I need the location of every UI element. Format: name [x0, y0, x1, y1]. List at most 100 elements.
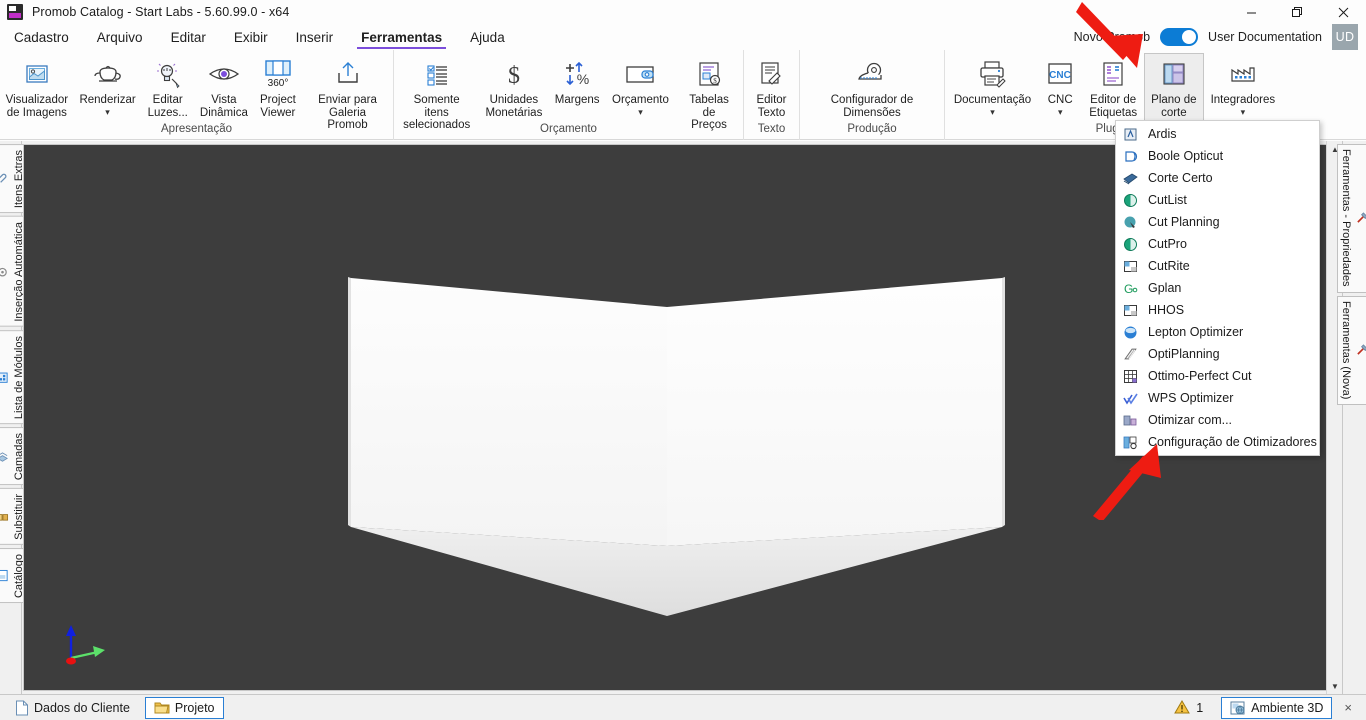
sidebar-item-ferramentas-propriedades[interactable]: Ferramentas - Propriedades [1337, 144, 1366, 293]
menu-option-cutrite[interactable]: CutRite [1116, 255, 1319, 277]
novo-promob-toggle[interactable] [1160, 28, 1199, 46]
chevron-down-icon[interactable]: ▾ [990, 107, 995, 117]
upload-gallery-icon [333, 56, 363, 92]
menu-option-label: CutList [1148, 193, 1187, 207]
status-tab-dados-do-cliente[interactable]: Dados do Cliente [6, 697, 139, 719]
svg-text:360°: 360° [268, 78, 289, 89]
menu-item-editar[interactable]: Editar [157, 24, 220, 50]
menu-item-inserir[interactable]: Inserir [282, 24, 348, 50]
ribbon-group-label: Orçamento [540, 123, 597, 135]
printer-docs-icon [976, 56, 1010, 92]
chevron-down-icon[interactable]: ▾ [1241, 107, 1246, 117]
avatar[interactable]: UD [1332, 24, 1358, 50]
menu-option-configuracao-de-otimizadores[interactable]: Configuração de Otimizadores [1116, 431, 1319, 453]
menu-item-ferramentas[interactable]: Ferramentas [347, 24, 456, 50]
menu-item-ajuda[interactable]: Ajuda [456, 24, 519, 50]
status-bar-right: 1 Ambiente 3D × [1174, 696, 1366, 719]
cutrite-icon [1122, 258, 1139, 275]
menu-option-cutlist[interactable]: CutList [1116, 189, 1319, 211]
ribbon-group-apresentacao: Visualizador de Imagens Renderizar ▾ Edi… [0, 50, 393, 140]
user-documentation-label: User Documentation [1208, 30, 1322, 44]
scroll-down-button[interactable]: ▼ [1327, 678, 1343, 694]
close-button[interactable] [1320, 0, 1366, 24]
toggle-knob [1182, 30, 1197, 44]
status-tab-projeto[interactable]: Projeto [144, 696, 224, 719]
svg-text:%: % [577, 71, 589, 87]
view-tab-ambiente-3d[interactable]: Ambiente 3D [1221, 696, 1333, 719]
ribbon-button-unidades-monetarias[interactable]: $ Unidades Monetárias [479, 53, 548, 120]
ribbon-label: Plano de corte [1151, 94, 1197, 119]
menu-option-ottimo-perfect-cut[interactable]: Ottimo-Perfect Cut [1116, 365, 1319, 387]
restore-button[interactable] [1274, 0, 1320, 24]
menu-option-label: OptiPlanning [1148, 347, 1220, 361]
ribbon-label: Integradores [1210, 94, 1276, 106]
clip-icon [0, 174, 7, 184]
configuracao-otimizadores-icon [1122, 434, 1139, 451]
dynamic-view-eye-icon [207, 56, 241, 92]
ribbon-button-plano-de-corte[interactable]: Plano de corte ▾ [1144, 53, 1204, 131]
svg-text:CNC: CNC [1049, 70, 1071, 81]
ribbon-button-editar-luzes[interactable]: Editar Luzes... [141, 53, 194, 120]
ribbon-label: Renderizar [79, 94, 136, 106]
sidebar-item-label: Ferramentas (Nova) [1340, 300, 1352, 399]
menu-option-label: Boole Opticut [1148, 149, 1224, 163]
chevron-down-icon[interactable]: ▾ [638, 107, 643, 117]
menu-item-arquivo[interactable]: Arquivo [83, 24, 157, 50]
window-controls [1228, 0, 1366, 24]
ribbon-button-margens[interactable]: % Margens [548, 53, 605, 108]
view-tab-close-icon[interactable]: × [1338, 700, 1358, 715]
replace-icon [0, 513, 9, 521]
menu-option-wps-optimizer[interactable]: WPS Optimizer [1116, 387, 1319, 409]
menu-option-otimizar-com[interactable]: Otimizar com... [1116, 409, 1319, 431]
ribbon-button-visualizador-de-imagens[interactable]: Visualizador de Imagens [0, 53, 74, 120]
plano-de-corte-dropdown[interactable]: Ardis Boole Opticut Corte Certo CutList … [1115, 120, 1320, 456]
ribbon-group-texto: Editor Texto Texto [743, 50, 799, 140]
cutlist-icon [1122, 192, 1139, 209]
tools-properties-icon [1357, 212, 1366, 224]
menu-item-cadastro[interactable]: Cadastro [0, 24, 83, 50]
ribbon-button-vista-dinamica[interactable]: Vista Dinâmica [194, 53, 254, 120]
menu-option-hhos[interactable]: HHOS [1116, 299, 1319, 321]
ribbon-button-orcamento[interactable]: Orçamento ▾ [606, 53, 675, 118]
warning-count: 1 [1196, 700, 1204, 715]
chevron-down-icon[interactable]: ▾ [1058, 107, 1063, 117]
otimizar-com-icon [1122, 412, 1139, 429]
warning-icon[interactable] [1174, 700, 1191, 715]
menu-option-gplan[interactable]: G Gplan [1116, 277, 1319, 299]
menu-bar-right: Novo Promob User Documentation UD [1074, 24, 1366, 50]
ribbon-button-configurador-de-dimensoes[interactable]: Configurador de Dimensões [824, 53, 920, 120]
ribbon-button-documentacao[interactable]: Documentação ▾ [947, 53, 1038, 118]
chevron-down-icon[interactable]: ▾ [105, 107, 110, 117]
corte-certo-icon [1122, 170, 1139, 187]
edit-lights-icon [153, 56, 183, 92]
ribbon-button-integradores[interactable]: Integradores ▾ [1204, 53, 1283, 118]
menu-option-corte-certo[interactable]: Corte Certo [1116, 167, 1319, 189]
menu-option-boole-opticut[interactable]: Boole Opticut [1116, 145, 1319, 167]
ribbon-button-renderizar[interactable]: Renderizar ▾ [74, 53, 142, 118]
ribbon-button-editor-texto[interactable]: Editor Texto [749, 53, 793, 120]
menu-option-label: Lepton Optimizer [1148, 325, 1244, 339]
currency-icon: $ [499, 56, 529, 92]
menu-option-lepton-optimizer[interactable]: Lepton Optimizer [1116, 321, 1319, 343]
status-tab-label: Dados do Cliente [34, 700, 130, 715]
menu-option-label: WPS Optimizer [1148, 391, 1234, 405]
menu-option-ardis[interactable]: Ardis [1116, 123, 1319, 145]
menu-option-cut-planning[interactable]: Cut Planning [1116, 211, 1319, 233]
minimize-button[interactable] [1228, 0, 1274, 24]
menu-option-label: Gplan [1148, 281, 1182, 295]
menu-option-optiplanning[interactable]: OptiPlanning [1116, 343, 1319, 365]
ribbon-group-label: Produção [847, 123, 897, 135]
catalog-icon [0, 570, 8, 582]
menu-item-exibir[interactable]: Exibir [220, 24, 282, 50]
gplan-icon: G [1122, 280, 1139, 297]
status-tab-label: Projeto [174, 700, 215, 715]
menu-option-cutpro[interactable]: CutPro [1116, 233, 1319, 255]
folder-icon [154, 702, 170, 713]
modules-list-icon [0, 372, 8, 383]
ribbon-button-cnc[interactable]: CNC CNC ▾ [1038, 53, 1082, 118]
ribbon-button-project-viewer[interactable]: 360° Project Viewer [254, 53, 302, 120]
ribbon-button-editor-de-etiquetas[interactable]: Editor de Etiquetas [1082, 53, 1144, 120]
sidebar-item-ferramentas-nova[interactable]: Ferramentas (Nova) [1337, 295, 1366, 405]
ribbon-label: Vista Dinâmica [199, 94, 248, 119]
ribbon-label: Unidades Monetárias [485, 94, 543, 119]
